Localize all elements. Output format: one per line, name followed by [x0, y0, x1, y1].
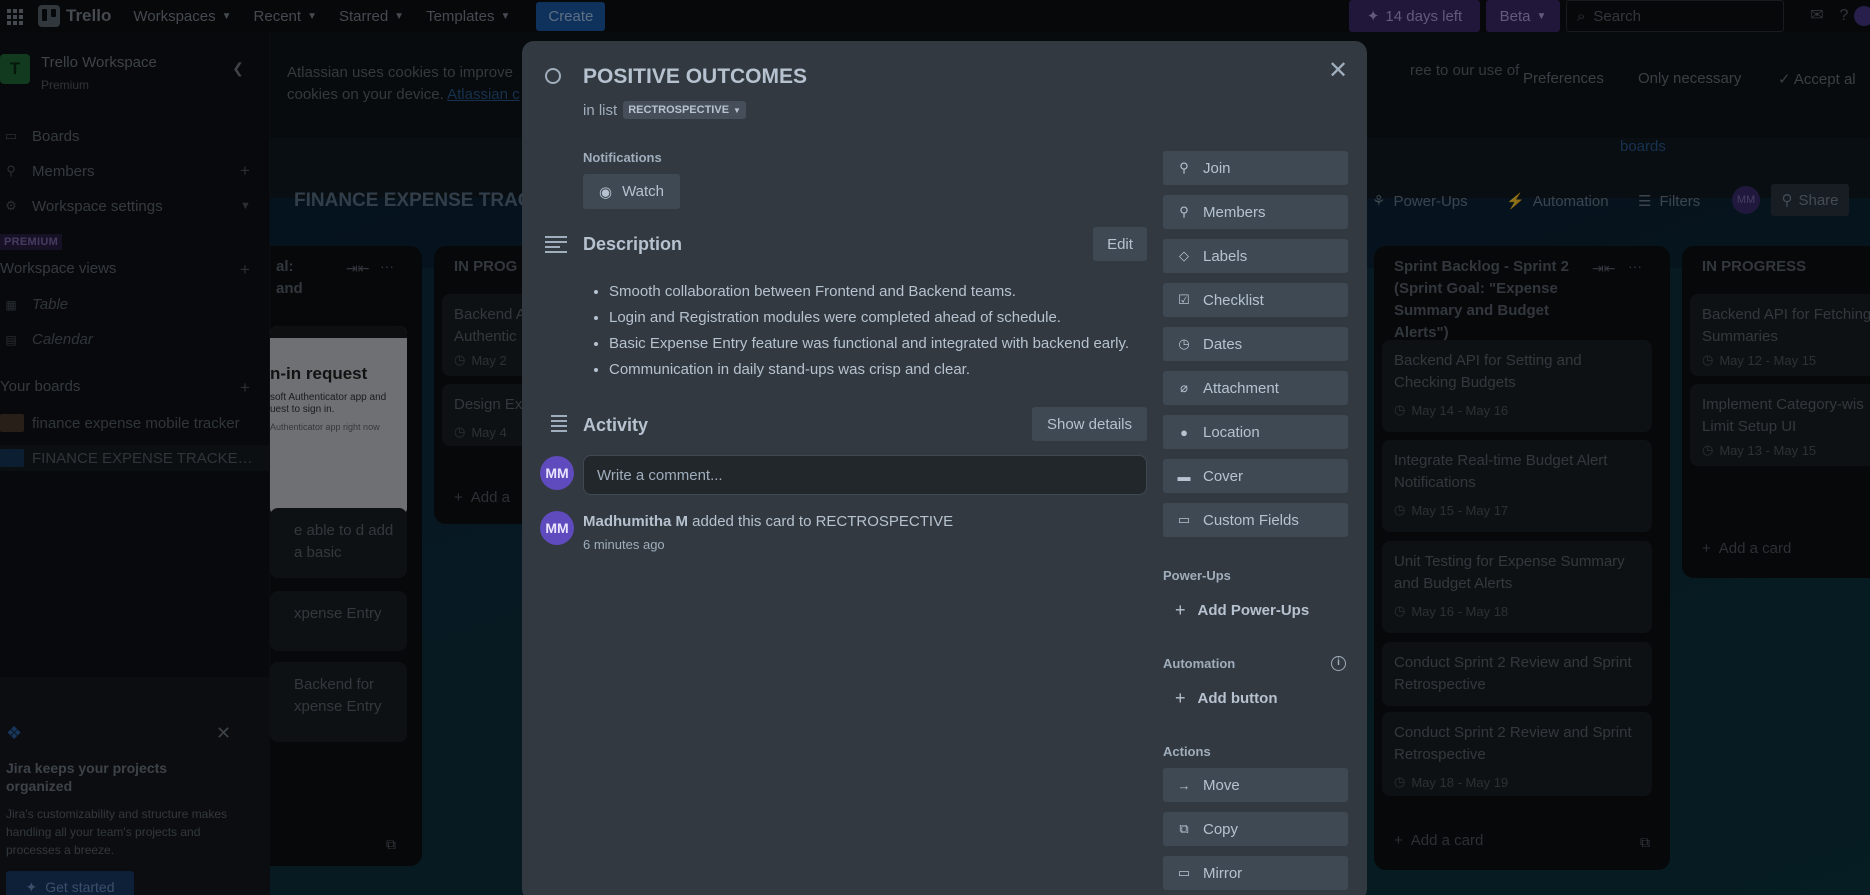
join-label: Join: [1203, 159, 1231, 177]
mirror-button[interactable]: ▭ Mirror: [1163, 856, 1348, 890]
show-details-button[interactable]: Show details: [1032, 407, 1147, 441]
join-icon: ⚲: [1179, 160, 1189, 175]
close-icon[interactable]: ✕: [1326, 59, 1350, 83]
avatar[interactable]: MM: [540, 511, 574, 545]
cover-label: Cover: [1203, 467, 1244, 485]
cover-icon: ▬: [1177, 468, 1191, 484]
add-powerups-button[interactable]: + Add Power-Ups: [1175, 600, 1309, 621]
custom-fields-button[interactable]: ▭ Custom Fields: [1163, 503, 1348, 537]
activity-heading: Activity: [583, 415, 649, 435]
cover-button[interactable]: ▬ Cover: [1163, 459, 1348, 493]
activity-timestamp[interactable]: 6 minutes ago: [583, 537, 665, 552]
comment-input[interactable]: [583, 455, 1147, 495]
members-label: Members: [1203, 203, 1266, 221]
watch-label: Watch: [622, 183, 665, 200]
description-heading: Description: [583, 234, 683, 254]
card-complete-toggle[interactable]: [545, 68, 561, 84]
checklist-button[interactable]: ☑ Checklist: [1163, 283, 1348, 317]
members-button[interactable]: ⚲ Members: [1163, 195, 1348, 229]
custom-fields-label: Custom Fields: [1203, 511, 1299, 529]
card-title[interactable]: POSITIVE OUTCOMES: [583, 65, 807, 89]
description-item: Smooth collaboration between Frontend an…: [609, 279, 1159, 305]
automation-section-label: Automation: [1163, 656, 1236, 671]
plus-icon: +: [1175, 688, 1186, 708]
location-icon: ●: [1180, 424, 1188, 440]
labels-icon: ◇: [1179, 248, 1189, 263]
mirror-label: Mirror: [1203, 864, 1243, 882]
attachment-label: Attachment: [1203, 379, 1279, 397]
move-label: Move: [1203, 776, 1240, 794]
join-button[interactable]: ⚲ Join: [1163, 151, 1348, 185]
copy-icon: ⧉: [1179, 821, 1189, 836]
actions-section-label: Actions: [1163, 744, 1211, 759]
chevron-down-icon: ▼: [733, 105, 741, 115]
in-list-label: in list: [583, 101, 618, 119]
add-button-label: Add button: [1197, 690, 1278, 707]
eye-icon: ◉: [598, 183, 613, 201]
description-item: Login and Registration modules were comp…: [609, 305, 1159, 331]
list-selector[interactable]: RECTROSPECTIVE ▼: [623, 101, 746, 119]
powerups-section-label: Power-Ups: [1163, 568, 1231, 583]
dates-button[interactable]: ◷ Dates: [1163, 327, 1348, 361]
move-button[interactable]: → Move: [1163, 768, 1348, 802]
location-label: Location: [1203, 423, 1260, 441]
description-list[interactable]: Smooth collaboration between Frontend an…: [609, 279, 1159, 383]
activity-icon: [545, 415, 567, 435]
avatar[interactable]: MM: [540, 456, 574, 490]
arrow-right-icon: →: [1177, 777, 1191, 793]
description-item: Communication in daily stand-ups was cri…: [609, 357, 1159, 383]
card-list-location: in list RECTROSPECTIVE ▼: [583, 101, 746, 119]
watch-button[interactable]: ◉ Watch: [583, 174, 680, 209]
attachment-button[interactable]: ⌀ Attachment: [1163, 371, 1348, 405]
clock-icon: ◷: [1178, 336, 1190, 351]
info-icon[interactable]: i: [1331, 656, 1346, 671]
card-detail-modal: ✕ POSITIVE OUTCOMES in list RECTROSPECTI…: [522, 41, 1367, 895]
copy-button[interactable]: ⧉ Copy: [1163, 812, 1348, 846]
dates-label: Dates: [1203, 335, 1243, 353]
members-icon: ⚲: [1179, 204, 1189, 219]
activity-user[interactable]: Madhumitha M: [583, 513, 688, 530]
labels-label: Labels: [1203, 247, 1248, 265]
checklist-label: Checklist: [1203, 291, 1264, 309]
mirror-icon: ▭: [1177, 865, 1191, 880]
checklist-icon: ☑: [1178, 292, 1190, 307]
notifications-label: Notifications: [583, 150, 662, 165]
add-powerups-label: Add Power-Ups: [1197, 602, 1310, 619]
description-item: Basic Expense Entry feature was function…: [609, 331, 1159, 357]
custom-fields-icon: ▭: [1177, 512, 1191, 527]
activity-action: added this card to RECTROSPECTIVE: [692, 513, 954, 530]
copy-label: Copy: [1203, 820, 1239, 838]
plus-icon: +: [1175, 600, 1186, 620]
add-button-button[interactable]: + Add button: [1175, 688, 1277, 709]
edit-description-button[interactable]: Edit: [1093, 227, 1147, 261]
labels-button[interactable]: ◇ Labels: [1163, 239, 1348, 273]
activity-entry: Madhumitha M added this card to RECTROSP…: [583, 513, 953, 530]
description-icon: [545, 236, 567, 256]
paperclip-icon: ⌀: [1180, 380, 1188, 395]
location-button[interactable]: ● Location: [1163, 415, 1348, 449]
list-name: RECTROSPECTIVE: [628, 104, 730, 116]
